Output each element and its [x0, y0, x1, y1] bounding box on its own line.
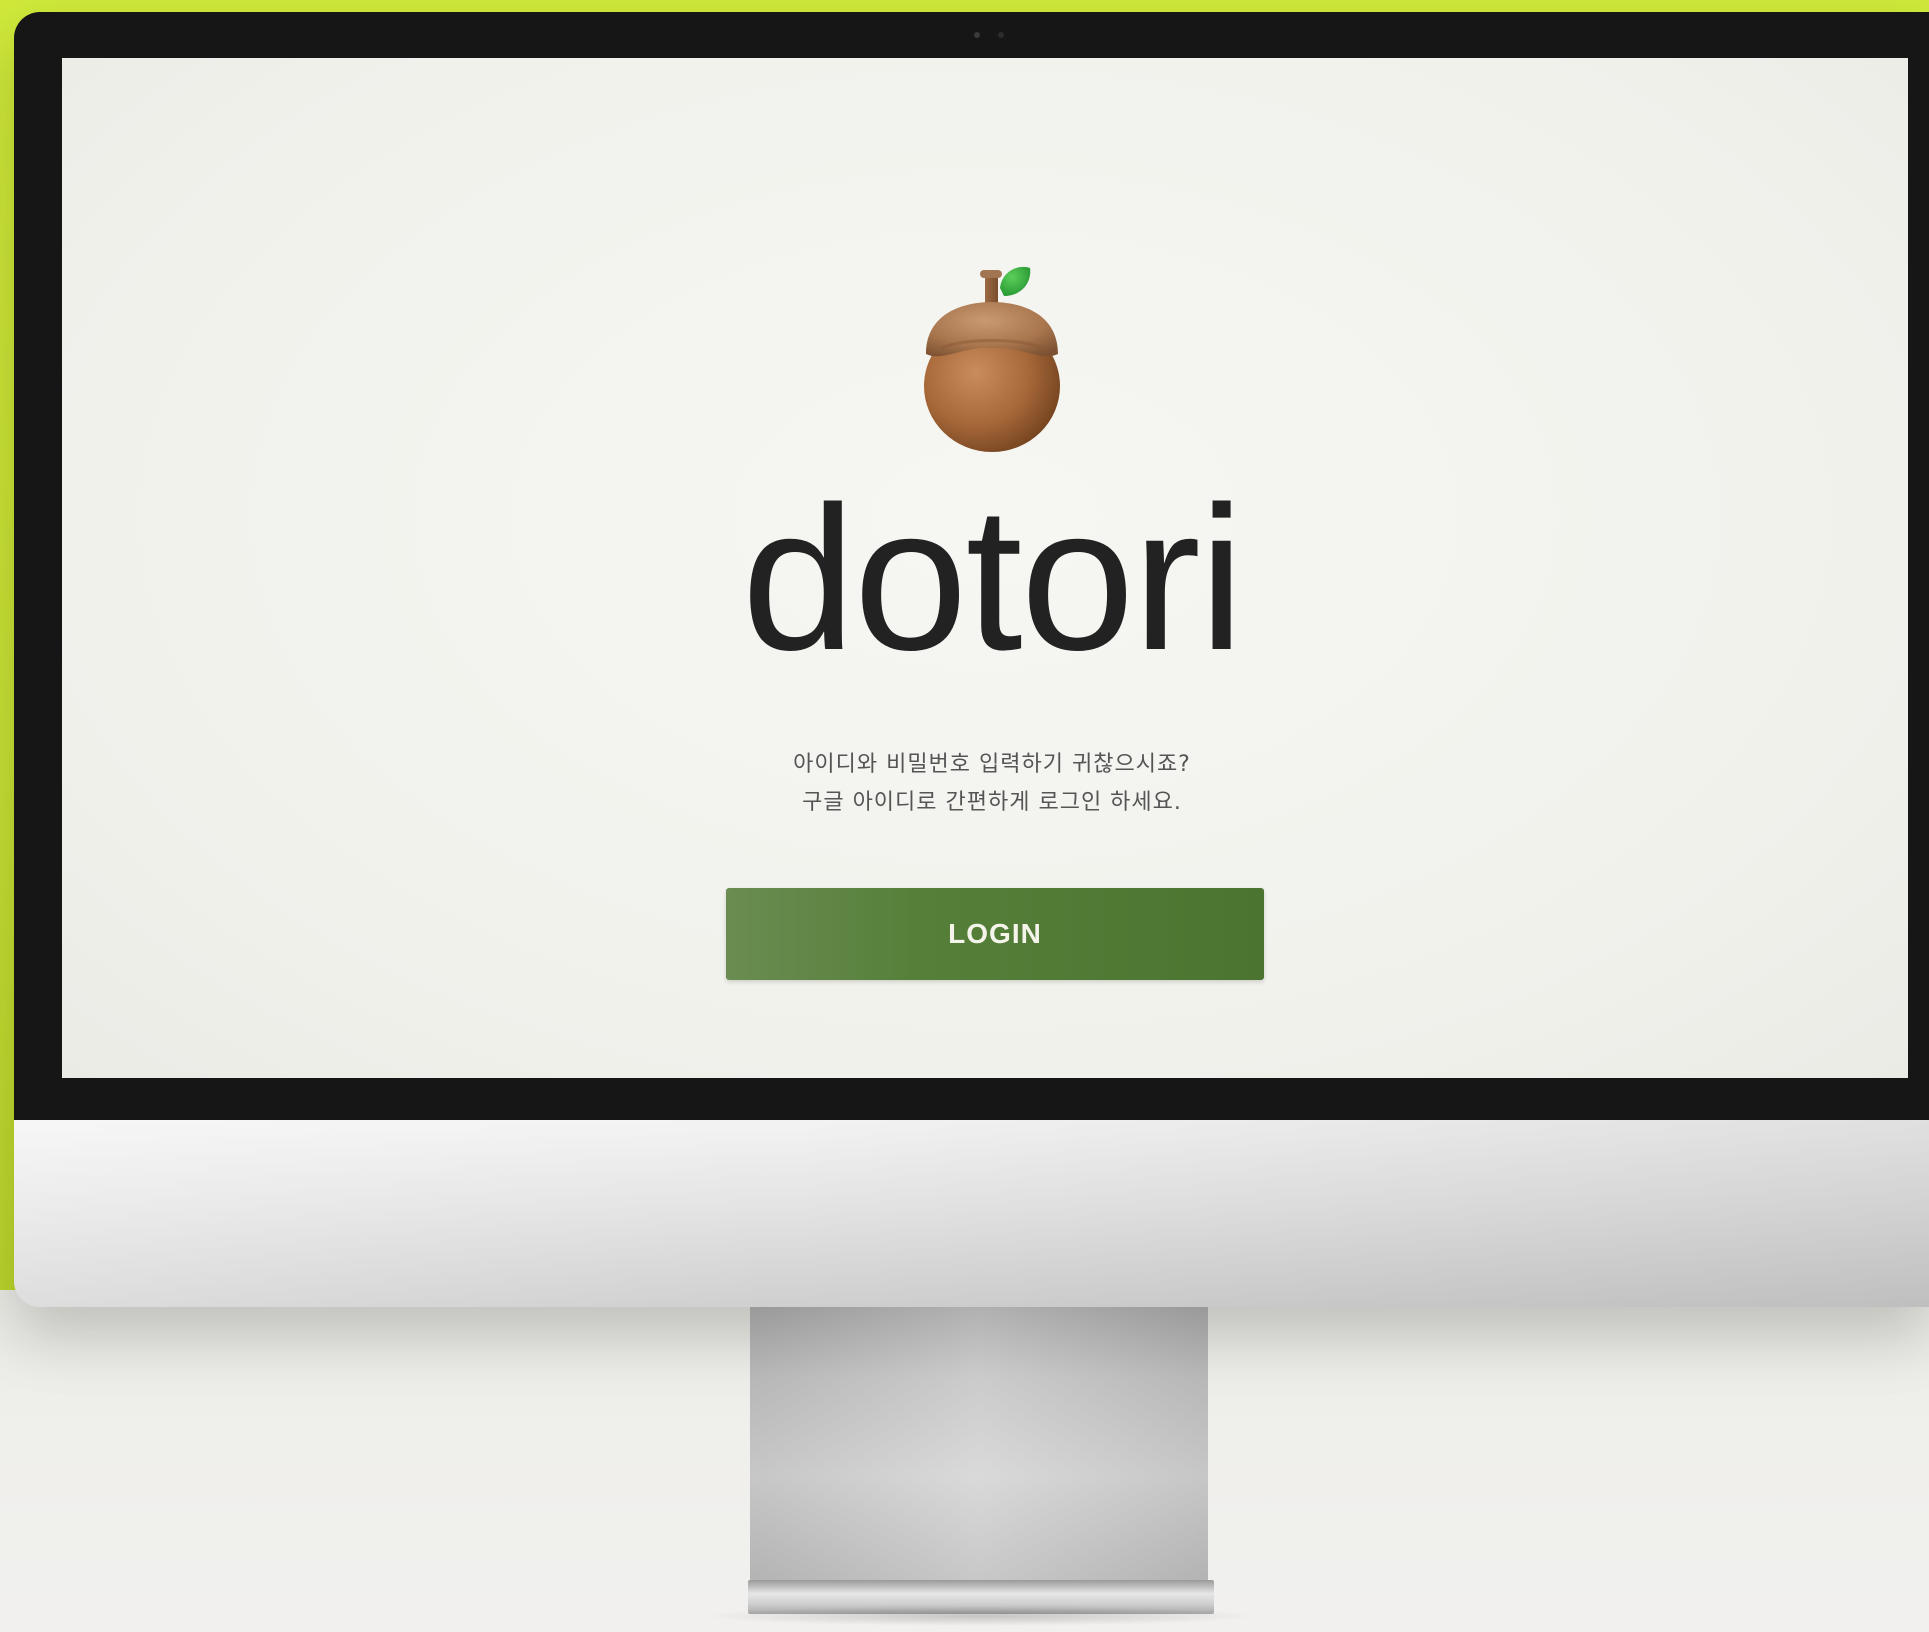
monitor-chin	[14, 1120, 1929, 1307]
webcam-icon	[974, 30, 1014, 40]
monitor-frame: dotori 아이디와 비밀번호 입력하기 귀찮으시죠? 구글 아이디로 간편하…	[14, 12, 1929, 1307]
monitor-stand	[750, 1307, 1208, 1587]
tagline-line-1: 아이디와 비밀번호 입력하기 귀찮으시죠?	[793, 752, 1191, 777]
acorn-icon	[924, 266, 1060, 452]
tagline-line-2: 구글 아이디로 간편하게 로그인 하세요.	[802, 790, 1182, 815]
login-tagline: 아이디와 비밀번호 입력하기 귀찮으시죠? 구글 아이디로 간편하게 로그인 하…	[622, 746, 1362, 822]
login-button[interactable]: LOGIN	[726, 888, 1264, 980]
brand-logo-text: dotori	[741, 464, 1245, 693]
stand-shadow	[700, 1606, 1260, 1626]
login-screen: dotori 아이디와 비밀번호 입력하기 귀찮으시죠? 구글 아이디로 간편하…	[62, 58, 1908, 1078]
monitor-bezel: dotori 아이디와 비밀번호 입력하기 귀찮으시죠? 구글 아이디로 간편하…	[14, 12, 1929, 1120]
